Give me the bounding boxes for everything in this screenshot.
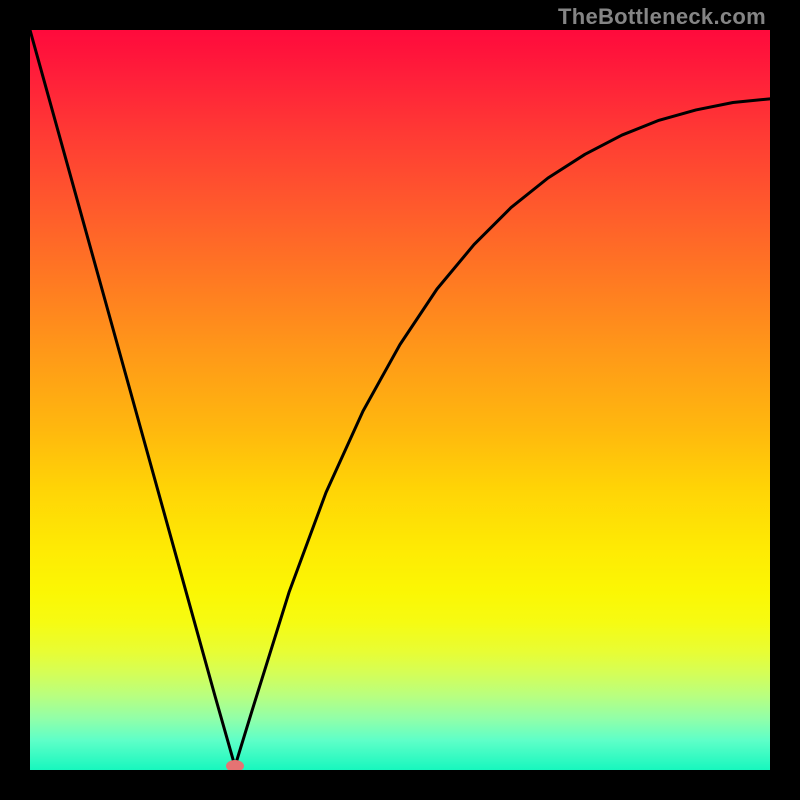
optimal-marker: [226, 760, 244, 770]
chart-frame: TheBottleneck.com: [0, 0, 800, 800]
watermark-text: TheBottleneck.com: [558, 4, 766, 30]
curve-path: [30, 30, 770, 766]
bottleneck-curve: [30, 30, 770, 770]
plot-area: [30, 30, 770, 770]
